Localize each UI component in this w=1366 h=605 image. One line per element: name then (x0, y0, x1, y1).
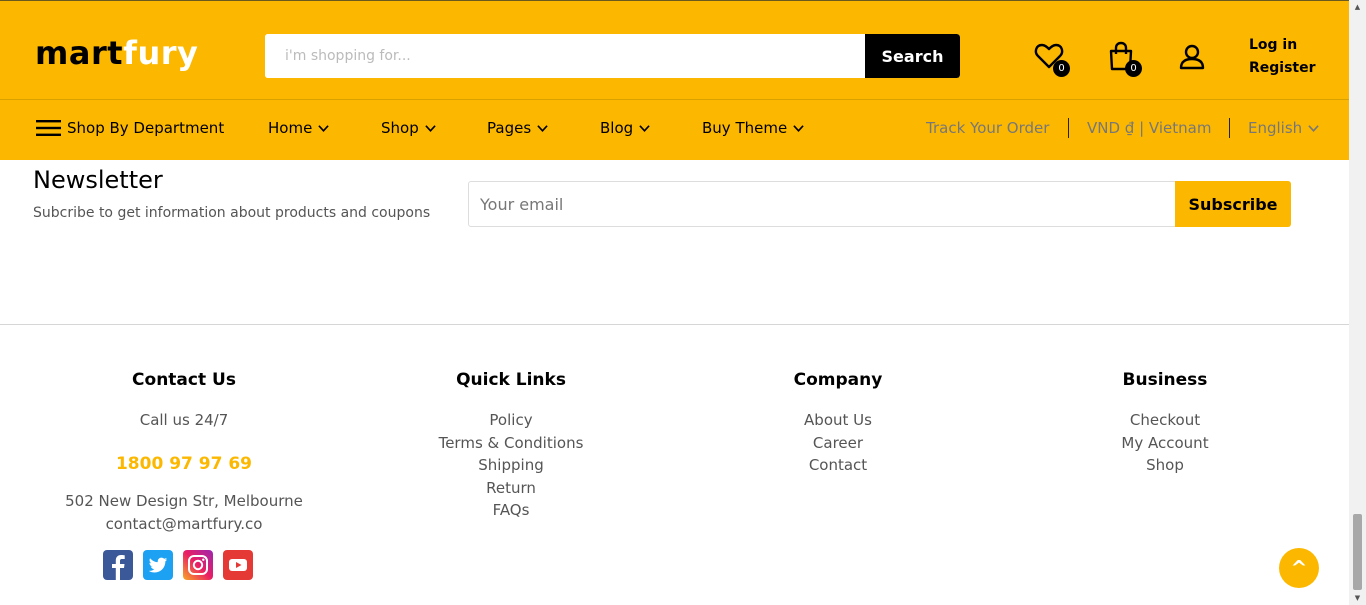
chevron-down-icon (318, 124, 329, 132)
twitter-icon[interactable] (143, 550, 173, 580)
footer-link-checkout[interactable]: Checkout (1005, 409, 1325, 432)
nav-item-label: Home (268, 119, 313, 137)
wishlist-button[interactable]: 0 (1034, 41, 1070, 77)
main-nav: Shop By Department Home Shop Pages Blog … (0, 99, 1349, 161)
newsletter-email-input[interactable] (468, 181, 1176, 227)
chevron-down-icon (1308, 124, 1319, 132)
login-link[interactable]: Log in (1249, 34, 1316, 57)
account-links: Log in Register (1249, 34, 1316, 80)
nav-item-label: Pages (487, 119, 532, 137)
language-label: English (1248, 119, 1303, 137)
footer-divider (0, 324, 1349, 325)
instagram-icon[interactable] (183, 550, 213, 580)
subscribe-button[interactable]: Subscribe (1175, 181, 1291, 227)
nav-item-shop[interactable]: Shop (381, 119, 436, 137)
footer-company-column: Company About Us Career Contact (678, 370, 998, 477)
language-selector[interactable]: English (1248, 119, 1319, 137)
nav-item-home[interactable]: Home (268, 119, 329, 137)
scroll-down-arrow-icon[interactable]: ▼ (1353, 594, 1362, 602)
logo-part-fury: fury (123, 34, 199, 72)
footer-contact-column: Contact Us Call us 24/7 (24, 370, 344, 432)
chevron-down-icon (793, 124, 804, 132)
footer-heading: Contact Us (132, 370, 236, 390)
site-header: martfury Search 0 0 Log in (0, 0, 1349, 160)
footer-link-my-account[interactable]: My Account (1005, 432, 1325, 455)
back-to-top-button[interactable]: ^ (1279, 548, 1319, 588)
newsletter-subtitle: Subcribe to get information about produc… (33, 205, 431, 221)
youtube-icon[interactable] (223, 550, 253, 580)
footer-link-shop[interactable]: Shop (1005, 454, 1325, 477)
department-label: Shop By Department (67, 119, 225, 137)
cart-button[interactable]: 0 (1106, 41, 1142, 77)
footer-link-policy[interactable]: Policy (351, 409, 671, 432)
newsletter-title: Newsletter (33, 166, 163, 194)
chevron-down-icon (537, 124, 548, 132)
logo-part-mart: mart (35, 34, 124, 72)
footer-link-shipping[interactable]: Shipping (351, 454, 671, 477)
hamburger-menu-icon (36, 120, 61, 136)
scroll-up-arrow-icon[interactable]: ▲ (1353, 3, 1362, 11)
cart-count-badge: 0 (1125, 60, 1142, 77)
nav-item-label: Blog (600, 119, 634, 137)
nav-item-label: Shop (381, 119, 419, 137)
chevron-down-icon (425, 124, 436, 132)
nav-divider (1068, 118, 1069, 138)
register-link[interactable]: Register (1249, 57, 1316, 80)
nav-item-label: Buy Theme (702, 119, 788, 137)
footer-heading: Quick Links (456, 370, 566, 390)
nav-item-buy-theme[interactable]: Buy Theme (702, 119, 804, 137)
chevron-down-icon (639, 124, 650, 132)
logo[interactable]: martfury (35, 34, 198, 72)
wishlist-count-badge: 0 (1053, 60, 1070, 77)
social-links (103, 550, 253, 580)
contact-address-block: 502 New Design Str, Melbourne contact@ma… (24, 490, 344, 536)
vertical-scrollbar[interactable]: ▲ ▼ (1349, 0, 1366, 605)
scrollbar-thumb[interactable] (1353, 514, 1362, 590)
facebook-icon[interactable] (103, 550, 133, 580)
footer-link-return[interactable]: Return (351, 477, 671, 500)
search-button[interactable]: Search (865, 34, 960, 78)
footer-link-faqs[interactable]: FAQs (351, 499, 671, 522)
nav-item-blog[interactable]: Blog (600, 119, 650, 137)
footer-link-contact[interactable]: Contact (678, 454, 998, 477)
currency-selector[interactable]: VND ₫ | Vietnam (1087, 119, 1211, 137)
nav-item-pages[interactable]: Pages (487, 119, 548, 137)
footer-heading: Company (793, 370, 883, 390)
footer-business-column: Business Checkout My Account Shop (1005, 370, 1325, 477)
track-order-link[interactable]: Track Your Order (926, 119, 1049, 137)
footer-link-terms[interactable]: Terms & Conditions (351, 432, 671, 455)
email-link[interactable]: contact@martfury.co (24, 513, 344, 536)
nav-divider (1229, 118, 1230, 138)
footer-heading: Business (1122, 370, 1208, 390)
phone-number[interactable]: 1800 97 97 69 (24, 454, 344, 474)
user-account-button[interactable] (1178, 43, 1208, 73)
call-us-text: Call us 24/7 (139, 411, 229, 429)
user-icon (1179, 44, 1205, 70)
footer-link-about-us[interactable]: About Us (678, 409, 998, 432)
address-text: 502 New Design Str, Melbourne (65, 492, 303, 510)
search-bar: Search (265, 34, 960, 78)
footer-quick-links-column: Quick Links Policy Terms & Conditions Sh… (351, 370, 671, 522)
page: martfury Search 0 0 Log in (0, 0, 1366, 605)
footer-link-career[interactable]: Career (678, 432, 998, 455)
search-input[interactable] (265, 34, 865, 78)
shop-by-department-menu[interactable]: Shop By Department (36, 119, 224, 137)
